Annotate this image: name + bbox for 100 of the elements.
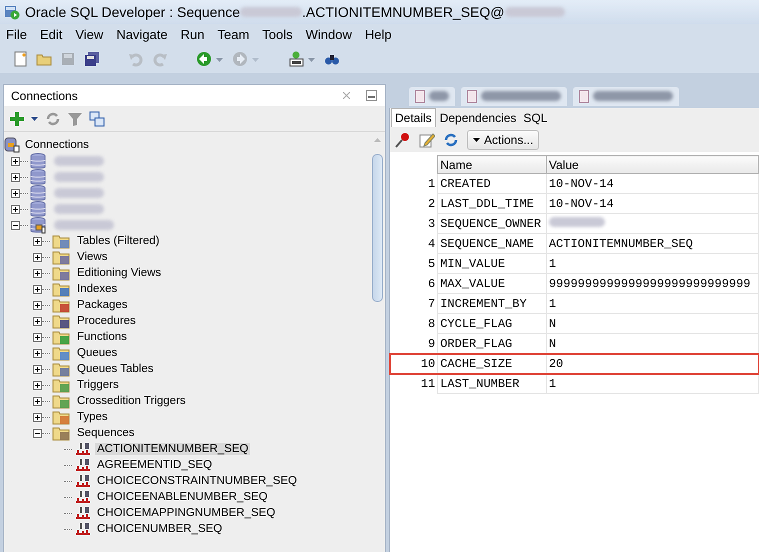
tree-item[interactable]: Connections: [23, 139, 91, 151]
menu-item[interactable]: Run: [180, 27, 210, 42]
edit-icon[interactable]: [419, 132, 435, 148]
expand-icon[interactable]: [33, 380, 42, 390]
expand-icon[interactable]: [11, 188, 20, 198]
menu-item[interactable]: File: [6, 27, 33, 42]
save-all-icon[interactable]: [84, 51, 100, 67]
actions-button[interactable]: Actions...: [467, 130, 540, 150]
sequence-item[interactable]: CHOICEENABLENUMBER_SEQ: [95, 491, 270, 503]
expand-icon[interactable]: [33, 396, 42, 406]
tree-item[interactable]: Triggers: [75, 379, 121, 391]
menu-item[interactable]: Navigate: [116, 27, 174, 42]
table-cell: 9999999999999999999999999999: [546, 274, 758, 294]
expand-icon[interactable]: [33, 284, 42, 294]
sequence-item[interactable]: CHOICEMAPPINGNUMBER_SEQ: [95, 507, 278, 519]
table-cell: SEQUENCE_NAME: [438, 234, 546, 254]
expand-icon[interactable]: [33, 300, 42, 310]
expand-icon[interactable]: [33, 332, 42, 342]
collapse-icon[interactable]: [33, 428, 42, 438]
connections-icon: [4, 137, 20, 153]
row-number: 5: [390, 254, 438, 274]
row-number: 6: [390, 274, 438, 294]
table-cell: LAST_NUMBER: [438, 374, 546, 394]
back-icon[interactable]: [196, 51, 224, 67]
pushpin-icon[interactable]: [395, 132, 411, 148]
tree-item[interactable]: Queues: [75, 347, 120, 359]
tab[interactable]: SQL: [520, 109, 550, 127]
folder-icon: [52, 409, 72, 425]
sequence-item[interactable]: ACTIONITEMNUMBER_SEQ: [95, 443, 250, 455]
sequence-item[interactable]: CHOICECONSTRAINTNUMBER_SEQ: [95, 475, 299, 487]
sequence-item[interactable]: CHOICENUMBER_SEQ: [95, 523, 224, 535]
app-icon: [4, 4, 20, 20]
menu-item[interactable]: Help: [364, 27, 398, 42]
row-number: 4: [390, 234, 438, 254]
table-cell: LAST_DDL_TIME: [438, 194, 546, 214]
table-cell: MAX_VALUE: [438, 274, 546, 294]
tree-item[interactable]: Indexes: [75, 283, 120, 295]
tree-item[interactable]: Crossedition Triggers: [75, 395, 188, 407]
folder-icon: [52, 393, 72, 409]
expand-icon[interactable]: [11, 172, 20, 182]
table-cell: MIN_VALUE: [438, 254, 546, 274]
sequence-icon: [74, 474, 92, 488]
row-number: 3: [390, 214, 438, 234]
refresh-icon[interactable]: [443, 132, 459, 148]
expand-icon[interactable]: [33, 252, 42, 262]
menu-item[interactable]: Edit: [40, 27, 68, 42]
window-title: Oracle SQL Developer : Sequence: [25, 4, 240, 20]
database-icon: [30, 184, 46, 202]
tree-item[interactable]: Views: [75, 251, 110, 263]
folder-icon: [52, 249, 72, 265]
tree-item[interactable]: Procedures: [75, 315, 138, 327]
row-number: 7: [390, 294, 438, 314]
sequence-icon: [74, 458, 92, 472]
new-file-icon[interactable]: [12, 51, 28, 67]
scrollbar-thumb[interactable]: [372, 154, 383, 302]
tab[interactable]: Details: [391, 108, 436, 127]
minimize-icon[interactable]: [366, 90, 377, 101]
schema-browser-icon[interactable]: [89, 110, 105, 126]
column-header[interactable]: Value: [546, 156, 758, 174]
tree-item[interactable]: Functions: [75, 331, 129, 343]
row-number: 8: [390, 314, 438, 334]
expand-icon[interactable]: [33, 364, 42, 374]
folder-icon: [52, 329, 72, 345]
tree-item[interactable]: Packages: [75, 299, 130, 311]
expand-icon[interactable]: [33, 268, 42, 278]
table-cell: 1: [546, 374, 758, 394]
database-icon: [30, 152, 46, 170]
expand-icon[interactable]: [11, 204, 20, 214]
expand-icon[interactable]: [33, 412, 42, 422]
sequence-item[interactable]: AGREEMENTID_SEQ: [95, 459, 214, 471]
sequence-icon: [74, 506, 92, 520]
tab[interactable]: Dependencies: [436, 109, 520, 127]
menu-item[interactable]: Tools: [262, 27, 299, 42]
sql-worksheet-icon[interactable]: [288, 51, 316, 67]
row-number: 11: [390, 374, 438, 394]
expand-icon[interactable]: [33, 348, 42, 358]
redacted-text: [429, 91, 449, 101]
expand-icon[interactable]: [11, 156, 20, 166]
expand-icon[interactable]: [33, 236, 42, 246]
table-cell: CREATED: [438, 174, 546, 194]
menu-item[interactable]: View: [75, 27, 110, 42]
redacted-text: [504, 7, 564, 17]
folder-icon: [52, 425, 72, 441]
panel-title: Connections: [11, 88, 79, 102]
tree-item[interactable]: Editioning Views: [75, 267, 164, 279]
tree-item[interactable]: Sequences: [75, 427, 137, 439]
folder-icon: [52, 377, 72, 393]
dropdown-caret-icon[interactable]: [31, 116, 38, 120]
sequence-icon: [74, 442, 92, 456]
tree-item[interactable]: Types: [75, 411, 110, 423]
menu-item[interactable]: Window: [306, 27, 358, 42]
tree-item[interactable]: Queues Tables: [75, 363, 156, 375]
expand-icon[interactable]: [33, 316, 42, 326]
add-icon[interactable]: [10, 112, 24, 126]
collapse-icon[interactable]: [11, 220, 20, 230]
menu-item[interactable]: Team: [217, 27, 256, 42]
column-header[interactable]: Name: [438, 156, 546, 174]
tree-item[interactable]: Tables (Filtered): [75, 235, 162, 247]
row-number: 2: [390, 194, 438, 214]
table-cell: CYCLE_FLAG: [438, 314, 546, 334]
